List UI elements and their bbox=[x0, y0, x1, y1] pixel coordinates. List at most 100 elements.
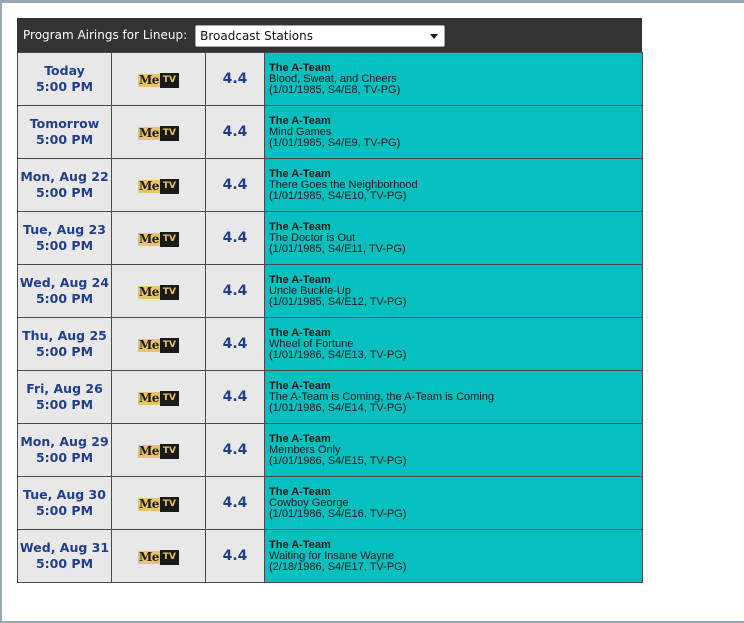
program-title[interactable]: The A-Team bbox=[269, 486, 642, 498]
airings-table: Today 5:00 PM Me TV 4.4 The A-Team Blood, Swea… bbox=[17, 52, 643, 583]
airing-time: 5:00 PM bbox=[35, 185, 94, 200]
airing-date-time: Today 5:00 PM bbox=[17, 52, 112, 106]
metv-logo: Me TV bbox=[137, 338, 180, 353]
airing-date-time: Wed, Aug 31 5:00 PM bbox=[17, 529, 112, 583]
airings-header: Program Airings for Lineup: Broadcast St… bbox=[17, 18, 642, 52]
program-info[interactable]: The A-Team Waiting for Insane Wayne (2/18/… bbox=[264, 529, 643, 583]
airing-time: 5:00 PM bbox=[35, 503, 94, 518]
program-title[interactable]: The A-Team bbox=[269, 539, 642, 551]
airing-row[interactable]: Tue, Aug 30 5:00 PM Me TV 4.4 The A-Team Cowbo… bbox=[17, 476, 643, 530]
channel-number: 4.4 bbox=[205, 423, 265, 477]
airing-row[interactable]: Tomorrow 5:00 PM Me TV 4.4 The A-Team Mind Gam… bbox=[17, 105, 643, 159]
airing-row[interactable]: Mon, Aug 29 5:00 PM Me TV 4.4 The A-Team Membe… bbox=[17, 423, 643, 477]
airing-time: 5:00 PM bbox=[35, 344, 94, 359]
channel-number: 4.4 bbox=[205, 370, 265, 424]
airing-day: Thu, Aug 25 bbox=[22, 328, 107, 343]
network-logo-cell: Me TV bbox=[111, 529, 206, 583]
episode-meta: (1/01/1985, S4/E11, TV-PG) bbox=[269, 242, 406, 255]
airing-row[interactable]: Mon, Aug 22 5:00 PM Me TV 4.4 The A-Team There… bbox=[17, 158, 643, 212]
program-title[interactable]: The A-Team bbox=[269, 168, 642, 180]
network-logo-cell: Me TV bbox=[111, 423, 206, 477]
episode-meta: (1/01/1986, S4/E13, TV-PG) bbox=[269, 348, 407, 361]
episode-title: Waiting for Insane Wayne bbox=[269, 549, 395, 562]
channel-number: 4.4 bbox=[205, 264, 265, 318]
airing-row[interactable]: Wed, Aug 24 5:00 PM Me TV 4.4 The A-Team Uncle… bbox=[17, 264, 643, 318]
network-logo-cell: Me TV bbox=[111, 264, 206, 318]
program-info[interactable]: The A-Team Mind Games (1/01/1985, S4/E9, T… bbox=[264, 105, 643, 159]
channel-number: 4.4 bbox=[205, 317, 265, 371]
metv-logo: Me TV bbox=[137, 550, 180, 565]
episode-meta: (1/01/1986, S4/E14, TV-PG) bbox=[269, 401, 407, 414]
metv-logo: Me TV bbox=[137, 126, 180, 141]
airing-row[interactable]: Today 5:00 PM Me TV 4.4 The A-Team Blood, Swea… bbox=[17, 52, 643, 106]
episode-meta: (1/01/1985, S4/E8, TV-PG) bbox=[269, 83, 401, 96]
program-title[interactable]: The A-Team bbox=[269, 221, 642, 233]
airing-day: Wed, Aug 24 bbox=[19, 275, 110, 290]
airing-date-time: Tomorrow 5:00 PM bbox=[17, 105, 112, 159]
airing-time: 5:00 PM bbox=[35, 291, 94, 306]
episode-meta: (1/01/1986, S4/E15, TV-PG) bbox=[269, 454, 407, 467]
program-title[interactable]: The A-Team bbox=[269, 380, 642, 392]
program-info[interactable]: The A-Team Members Only (1/01/1986, S4/E15… bbox=[264, 423, 643, 477]
program-info[interactable]: The A-Team The Doctor is Out (1/01/1985, S… bbox=[264, 211, 643, 265]
channel-number: 4.4 bbox=[205, 529, 265, 583]
airing-row[interactable]: Wed, Aug 31 5:00 PM Me TV 4.4 The A-Team Waiti… bbox=[17, 529, 643, 583]
metv-logo: Me TV bbox=[137, 285, 180, 300]
episode-meta: (1/01/1985, S4/E9, TV-PG) bbox=[269, 136, 401, 149]
episode-title: Mind Games bbox=[269, 125, 332, 138]
channel-number: 4.4 bbox=[205, 158, 265, 212]
program-info[interactable]: The A-Team There Goes the Neighborhood (1/… bbox=[264, 158, 643, 212]
airing-time: 5:00 PM bbox=[35, 450, 94, 465]
metv-logo: Me TV bbox=[137, 73, 180, 88]
airing-time: 5:00 PM bbox=[35, 79, 94, 94]
episode-title: The Doctor is Out bbox=[269, 231, 356, 244]
lineup-selected-value: Broadcast Stations bbox=[200, 29, 313, 43]
program-title[interactable]: The A-Team bbox=[269, 274, 642, 286]
episode-meta: (1/01/1985, S4/E12, TV-PG) bbox=[269, 295, 407, 308]
airing-date-time: Mon, Aug 29 5:00 PM bbox=[17, 423, 112, 477]
lineup-label: Program Airings for Lineup: bbox=[23, 28, 188, 42]
airing-date-time: Tue, Aug 23 5:00 PM bbox=[17, 211, 112, 265]
lineup-select[interactable]: Broadcast Stations bbox=[195, 25, 446, 47]
airing-day: Mon, Aug 29 bbox=[20, 434, 109, 449]
network-logo-cell: Me TV bbox=[111, 370, 206, 424]
airing-date-time: Mon, Aug 22 5:00 PM bbox=[17, 158, 112, 212]
episode-title: There Goes the Neighborhood bbox=[269, 178, 418, 191]
airing-day: Today bbox=[44, 63, 85, 78]
program-info[interactable]: The A-Team Blood, Sweat, and Cheers (1/01/… bbox=[264, 52, 643, 106]
network-logo-cell: Me TV bbox=[111, 317, 206, 371]
episode-title: Wheel of Fortune bbox=[269, 337, 354, 350]
airing-row[interactable]: Fri, Aug 26 5:00 PM Me TV 4.4 The A-Team The A… bbox=[17, 370, 643, 424]
airing-time: 5:00 PM bbox=[35, 556, 94, 571]
program-title[interactable]: The A-Team bbox=[269, 327, 642, 339]
airing-row[interactable]: Thu, Aug 25 5:00 PM Me TV 4.4 The A-Team Wheel… bbox=[17, 317, 643, 371]
airing-row[interactable]: Tue, Aug 23 5:00 PM Me TV 4.4 The A-Team The D… bbox=[17, 211, 643, 265]
chevron-down-icon[interactable] bbox=[430, 33, 439, 39]
episode-title: Blood, Sweat, and Cheers bbox=[269, 72, 397, 85]
program-title[interactable]: The A-Team bbox=[269, 115, 642, 127]
program-info[interactable]: The A-Team Cowboy George (1/01/1986, S4/E1… bbox=[264, 476, 643, 530]
episode-title: Cowboy George bbox=[269, 496, 349, 509]
airing-day: Tomorrow bbox=[29, 116, 100, 131]
airing-time: 5:00 PM bbox=[35, 397, 94, 412]
program-title[interactable]: The A-Team bbox=[269, 433, 642, 445]
episode-meta: (1/01/1985, S4/E10, TV-PG) bbox=[269, 189, 407, 202]
program-info[interactable]: The A-Team Wheel of Fortune (1/01/1986, S4… bbox=[264, 317, 643, 371]
airing-day: Tue, Aug 23 bbox=[23, 222, 106, 237]
airing-day: Fri, Aug 26 bbox=[26, 381, 103, 396]
metv-logo: Me TV bbox=[137, 391, 180, 406]
airing-date-time: Tue, Aug 30 5:00 PM bbox=[17, 476, 112, 530]
program-info[interactable]: The A-Team Uncle Buckle-Up (1/01/1985, S4/… bbox=[264, 264, 643, 318]
program-info[interactable]: The A-Team The A-Team is Coming, the A-Te… bbox=[264, 370, 643, 424]
channel-number: 4.4 bbox=[205, 211, 265, 265]
metv-logo: Me TV bbox=[137, 179, 180, 194]
channel-number: 4.4 bbox=[205, 105, 265, 159]
program-title[interactable]: The A-Team bbox=[269, 62, 642, 74]
metv-logo: Me TV bbox=[137, 232, 180, 247]
network-logo-cell: Me TV bbox=[111, 211, 206, 265]
airing-day: Tue, Aug 30 bbox=[23, 487, 106, 502]
network-logo-cell: Me TV bbox=[111, 158, 206, 212]
network-logo-cell: Me TV bbox=[111, 105, 206, 159]
metv-logo: Me TV bbox=[137, 497, 180, 512]
network-logo-cell: Me TV bbox=[111, 476, 206, 530]
